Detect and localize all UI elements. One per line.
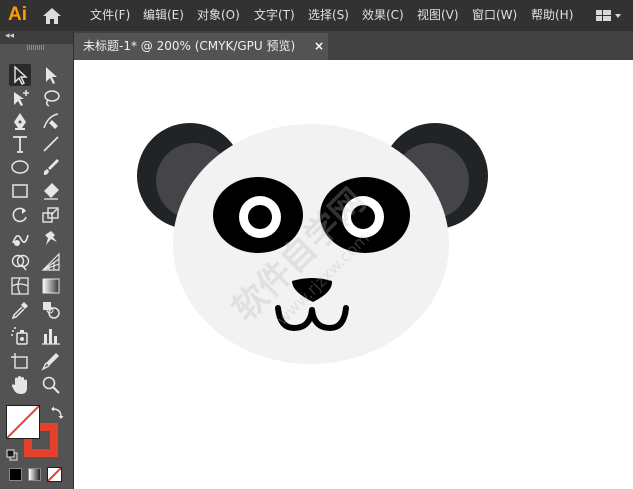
rectangle-tool-icon[interactable] bbox=[9, 180, 31, 202]
gradient-mode-button[interactable] bbox=[28, 468, 41, 481]
menu-bar: Ai 文件(F) 编辑(E) 对象(O) 文字(T) 选择(S) 效果(C) 视… bbox=[0, 0, 633, 31]
pen-tool-icon[interactable] bbox=[9, 110, 31, 132]
menu-edit[interactable]: 编辑(E) bbox=[143, 8, 184, 22]
menu-object[interactable]: 对象(O) bbox=[197, 8, 240, 22]
line-segment-tool-icon[interactable] bbox=[40, 133, 62, 155]
perspective-grid-tool-icon[interactable] bbox=[40, 251, 62, 273]
eraser-tool-icon[interactable] bbox=[40, 180, 62, 202]
blend-tool-icon[interactable] bbox=[40, 299, 62, 321]
curvature-tool-icon[interactable] bbox=[40, 110, 62, 132]
gradient-tool-icon[interactable] bbox=[40, 275, 62, 297]
menu-window[interactable]: 窗口(W) bbox=[472, 8, 517, 22]
tools-panel: ◂◂ bbox=[0, 31, 74, 489]
menu-view[interactable]: 视图(V) bbox=[417, 8, 459, 22]
symbol-sprayer-tool-icon[interactable] bbox=[9, 325, 31, 347]
slice-tool-icon[interactable] bbox=[40, 350, 62, 372]
none-mode-button[interactable] bbox=[47, 467, 62, 482]
direct-selection-tool-icon[interactable] bbox=[40, 64, 62, 86]
scale-tool-icon[interactable] bbox=[40, 204, 62, 226]
color-mode-button[interactable] bbox=[9, 468, 22, 481]
hand-tool-icon[interactable] bbox=[9, 374, 31, 396]
menu-file[interactable]: 文件(F) bbox=[90, 8, 130, 22]
document-tab[interactable]: 未标题-1* @ 200% (CMYK/GPU 预览) × bbox=[74, 33, 328, 60]
home-icon[interactable] bbox=[41, 6, 63, 26]
magic-wand-tool-icon[interactable] bbox=[9, 87, 31, 109]
warp-tool-icon[interactable] bbox=[9, 227, 31, 249]
lasso-tool-icon[interactable] bbox=[40, 87, 62, 109]
panel-grip[interactable] bbox=[27, 45, 45, 50]
ellipse-tool-icon[interactable] bbox=[9, 156, 31, 178]
fill-swatch[interactable] bbox=[6, 405, 40, 439]
rotate-tool-icon[interactable] bbox=[9, 204, 31, 226]
eyedropper-tool-icon[interactable] bbox=[9, 299, 31, 321]
artboard-canvas[interactable]: 软件自学网 www.rjzxw.com bbox=[74, 60, 633, 489]
app-logo: Ai bbox=[8, 4, 27, 25]
paintbrush-tool-icon[interactable] bbox=[40, 156, 62, 178]
mesh-tool-icon[interactable] bbox=[9, 275, 31, 297]
column-graph-tool-icon[interactable] bbox=[40, 325, 62, 347]
close-tab-button[interactable]: × bbox=[314, 33, 324, 60]
selection-tool-icon[interactable] bbox=[9, 64, 31, 86]
tools-panel-header: ◂◂ bbox=[0, 31, 73, 44]
workspace-switcher-icon[interactable] bbox=[596, 8, 622, 22]
collapse-panel-button[interactable]: ◂◂ bbox=[5, 30, 14, 43]
document-tab-title: 未标题-1* @ 200% (CMYK/GPU 预览) bbox=[83, 39, 296, 53]
type-tool-icon[interactable] bbox=[9, 133, 31, 155]
artboard-tool-icon[interactable] bbox=[9, 350, 31, 372]
menu-type[interactable]: 文字(T) bbox=[254, 8, 295, 22]
document-area: 未标题-1* @ 200% (CMYK/GPU 预览) × 软件自学网 www.… bbox=[74, 31, 633, 489]
document-tab-bar: 未标题-1* @ 200% (CMYK/GPU 预览) × bbox=[74, 31, 633, 60]
menu-select[interactable]: 选择(S) bbox=[308, 8, 349, 22]
swap-fill-stroke-icon[interactable] bbox=[50, 405, 64, 419]
shape-builder-tool-icon[interactable] bbox=[9, 251, 31, 273]
puppet-warp-tool-icon[interactable] bbox=[40, 227, 62, 249]
default-fill-stroke-icon[interactable] bbox=[6, 446, 18, 461]
menu-help[interactable]: 帮助(H) bbox=[531, 8, 573, 22]
zoom-tool-icon[interactable] bbox=[40, 374, 62, 396]
menu-effect[interactable]: 效果(C) bbox=[362, 8, 404, 22]
